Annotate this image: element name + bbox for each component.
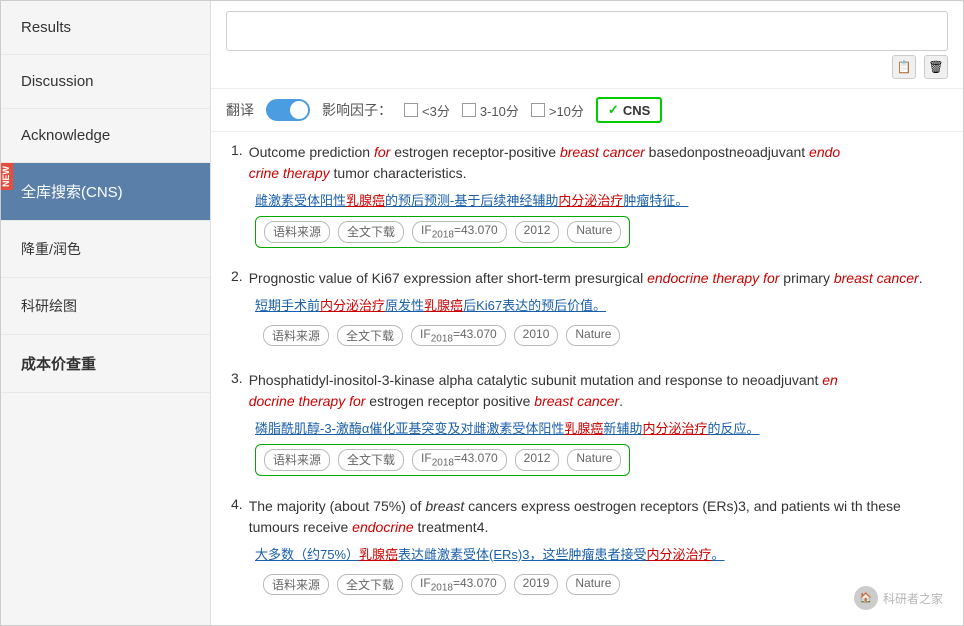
result-item-2: 2. Prognostic value of Ki67 expression a… <box>231 268 943 351</box>
translate-label: 翻译 <box>226 100 254 120</box>
result-row-2: 2. Prognostic value of Ki67 expression a… <box>231 268 943 293</box>
cn4-red1: 乳腺癌 <box>359 547 398 562</box>
tag-journal-3[interactable]: Nature <box>567 449 621 470</box>
tag-year-4[interactable]: 2019 <box>514 574 559 595</box>
cn1-red1: 乳腺癌 <box>346 193 385 208</box>
tags-row-4: 语料来源 全文下载 IF2018=43.070 2019 Nature <box>255 570 628 599</box>
tag-journal-4[interactable]: Nature <box>566 574 620 595</box>
cn2-red1: 内分泌治疗 <box>320 298 385 313</box>
result-cn-1: 雌激素受体阳性乳腺癌的预后预测-基于后续神经辅助内分泌治疗肿瘤特征。 <box>255 192 943 210</box>
filter-3-10-checkbox[interactable] <box>462 103 476 117</box>
tag-fulltext-1[interactable]: 全文下载 <box>338 221 404 242</box>
title3-italic2: breast cancer <box>534 393 619 409</box>
new-badge: NEW <box>0 163 13 190</box>
filter-3-10[interactable]: 3-10分 <box>462 101 519 120</box>
result-tags-1: 语料来源 全文下载 IF2018=43.070 2012 Nature <box>255 216 943 247</box>
results-area: 1. Outcome prediction for estrogen recep… <box>211 132 963 625</box>
result-cn-2: 短期手术前内分泌治疗原发性乳腺癌后Ki67表达的预后价值。 <box>255 297 943 315</box>
tag-if-4[interactable]: IF2018=43.070 <box>411 574 506 595</box>
copy-icon[interactable]: 📋 <box>892 55 916 79</box>
tag-source-2[interactable]: 语料来源 <box>263 325 329 346</box>
filter-gt10-checkbox[interactable] <box>531 103 545 117</box>
sidebar-item-cns[interactable]: NEW 全库搜索(CNS) <box>1 163 210 221</box>
search-icons: 📋 🗑 <box>226 51 948 83</box>
tag-source-4[interactable]: 语料来源 <box>263 574 329 595</box>
cn1-red2: 内分泌治疗 <box>558 193 623 208</box>
sidebar-item-results[interactable]: Results <box>1 1 210 55</box>
tags-row-1: 语料来源 全文下载 IF2018=43.070 2012 Nature <box>255 216 630 247</box>
trash-icon[interactable]: 🗑 <box>924 55 948 79</box>
tag-fulltext-3[interactable]: 全文下载 <box>338 449 404 470</box>
result-cn-3: 磷脂酰肌醇-3-激酶α催化亚基突变及对雌激素受体阳性乳腺癌新辅助内分泌治疗的反应… <box>255 420 943 438</box>
tag-year-1[interactable]: 2012 <box>515 221 560 242</box>
sidebar-item-rewrite[interactable]: 降重/润色 <box>1 221 210 278</box>
cn2-red2: 乳腺癌 <box>424 298 463 313</box>
title2-italic1: endocrine therapy for <box>647 270 779 286</box>
result-num-4: 4. <box>231 496 243 542</box>
cn3-red2: 内分泌治疗 <box>642 421 707 436</box>
tag-if-3[interactable]: IF2018=43.070 <box>412 449 507 470</box>
tag-if-2[interactable]: IF2018=43.070 <box>411 325 506 346</box>
cns-checkmark: ✓ <box>608 102 619 118</box>
toggle-knob <box>290 101 308 119</box>
sidebar-item-discussion[interactable]: Discussion <box>1 55 210 109</box>
sidebar-item-acknowledge[interactable]: Acknowledge <box>1 109 210 163</box>
result-tags-2: 语料来源 全文下载 IF2018=43.070 2010 Nature <box>255 321 943 350</box>
result-cn-4: 大多数（约75%）乳腺癌表达雌激素受体(ERs)3，这些肿瘤患者接受内分泌治疗。 <box>255 546 943 564</box>
filter-lt3-checkbox[interactable] <box>404 103 418 117</box>
result-row-3: 3. Phosphatidyl-inositol-3-kinase alpha … <box>231 370 943 416</box>
result-row-1: 1. Outcome prediction for estrogen recep… <box>231 142 943 188</box>
watermark-text: 科研者之家 <box>883 590 943 607</box>
impact-factor-label: 影响因子： <box>322 100 392 120</box>
tags-row-3: 语料来源 全文下载 IF2018=43.070 2012 Nature <box>255 444 630 475</box>
filter-bar: 翻译 影响因子： <3分 3-10分 >10分 ✓ CNS <box>211 89 963 132</box>
tag-year-2[interactable]: 2010 <box>514 325 559 346</box>
search-box-area: 📋 🗑 <box>211 1 963 89</box>
filter-gt10[interactable]: >10分 <box>531 101 584 120</box>
cns-filter-badge[interactable]: ✓ CNS <box>596 97 662 123</box>
title1-italic1: for <box>374 144 390 160</box>
tags-row-2: 语料来源 全文下载 IF2018=43.070 2010 Nature <box>255 321 628 350</box>
sidebar-item-cost[interactable]: 成本价查重 <box>1 335 210 393</box>
result-item-3: 3. Phosphatidyl-inositol-3-kinase alpha … <box>231 370 943 476</box>
tag-source-1[interactable]: 语料来源 <box>264 221 330 242</box>
result-title-4: The majority (about 75%) of breast cance… <box>249 496 943 538</box>
result-num-1: 1. <box>231 142 243 188</box>
result-num-2: 2. <box>231 268 243 293</box>
result-title-1: Outcome prediction for estrogen receptor… <box>249 142 841 184</box>
translate-toggle[interactable] <box>266 99 310 121</box>
tag-fulltext-4[interactable]: 全文下载 <box>337 574 403 595</box>
tag-year-3[interactable]: 2012 <box>515 449 560 470</box>
cn3-red1: 乳腺癌 <box>564 421 603 436</box>
search-input[interactable] <box>226 11 948 51</box>
title1-italic3: endocrine therapy <box>249 144 841 181</box>
sidebar: Results Discussion Acknowledge NEW 全库搜索(… <box>1 1 211 625</box>
title4-italic2: endocrine <box>352 519 414 535</box>
tag-if-1[interactable]: IF2018=43.070 <box>412 221 507 242</box>
tag-source-3[interactable]: 语料来源 <box>264 449 330 470</box>
result-item-4: 4. The majority (about 75%) of breast ca… <box>231 496 943 600</box>
result-tags-3: 语料来源 全文下载 IF2018=43.070 2012 Nature <box>255 444 943 475</box>
result-row-4: 4. The majority (about 75%) of breast ca… <box>231 496 943 542</box>
title4-italic1: breast <box>425 498 464 514</box>
watermark-icon: 🏠 <box>854 586 878 610</box>
result-title-2: Prognostic value of Ki67 expression afte… <box>249 268 923 289</box>
tag-journal-1[interactable]: Nature <box>567 221 621 242</box>
tag-journal-2[interactable]: Nature <box>566 325 620 346</box>
result-item-1: 1. Outcome prediction for estrogen recep… <box>231 142 943 248</box>
filter-lt3[interactable]: <3分 <box>404 101 450 120</box>
title1-italic2: breast cancer <box>560 144 645 160</box>
tag-fulltext-2[interactable]: 全文下载 <box>337 325 403 346</box>
main-content: 📋 🗑 翻译 影响因子： <3分 3-10分 >10分 <box>211 1 963 625</box>
sidebar-item-drawing[interactable]: 科研绘图 <box>1 278 210 335</box>
result-title-3: Phosphatidyl-inositol-3-kinase alpha cat… <box>249 370 838 412</box>
cn4-red2: 内分泌治疗 <box>647 547 712 562</box>
title2-italic2: breast cancer <box>834 270 919 286</box>
result-num-3: 3. <box>231 370 243 416</box>
watermark: 🏠 科研者之家 <box>854 586 943 610</box>
result-tags-4: 语料来源 全文下载 IF2018=43.070 2019 Nature <box>255 570 943 599</box>
